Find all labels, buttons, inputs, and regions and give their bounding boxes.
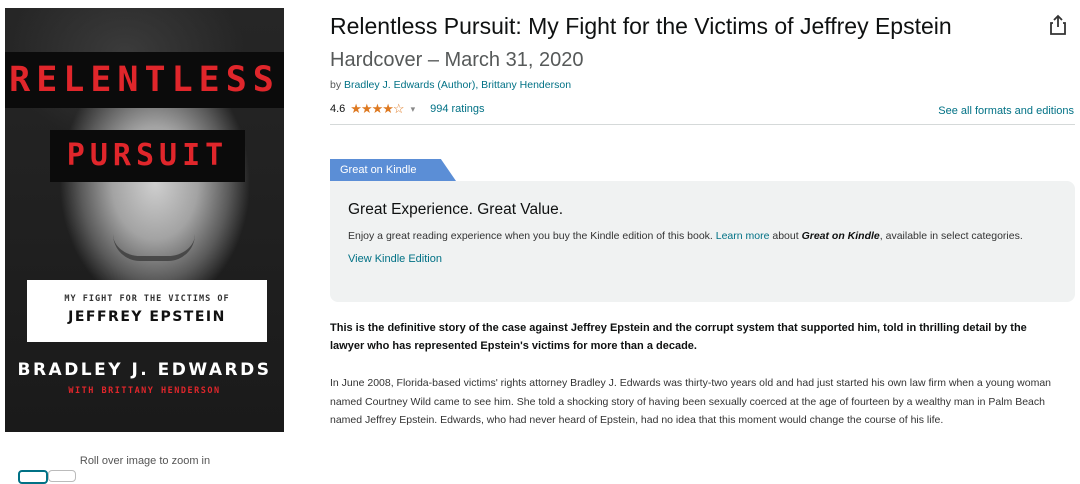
- kindle-promo-box: Great Experience. Great Value. Enjoy a g…: [330, 181, 1075, 302]
- chevron-down-icon[interactable]: ▾: [411, 104, 416, 115]
- book-cover-image[interactable]: RELENTLESS PURSUIT MY FIGHT FOR THE VICT…: [5, 8, 284, 432]
- great-on-kindle-emphasis: Great on Kindle: [801, 230, 880, 242]
- great-on-kindle-tag: Great on Kindle: [330, 159, 456, 181]
- product-title-text: Relentless Pursuit: My Fight for the Vic…: [330, 13, 952, 39]
- learn-more-link[interactable]: Learn more: [716, 230, 770, 242]
- share-icon[interactable]: [1048, 14, 1068, 36]
- byline: by Bradley J. Edwards (Author), Brittany…: [330, 79, 571, 91]
- kindle-heading: Great Experience. Great Value.: [348, 201, 564, 218]
- view-kindle-edition-link[interactable]: View Kindle Edition: [348, 253, 442, 265]
- product-title: Relentless Pursuit: My Fight for the Vic…: [330, 10, 1020, 76]
- description-lead: This is the definitive story of the case…: [330, 322, 1027, 352]
- rating-row: 4.6 ★★★★☆ ▾ 994 ratings: [330, 101, 485, 117]
- ratings-count-link[interactable]: 994 ratings: [430, 103, 484, 115]
- kindle-text-3: , available in select categories.: [879, 230, 1023, 242]
- cover-title-line1: RELENTLESS: [5, 52, 284, 108]
- cover-author-block: BRADLEY J. EDWARDS WITH BRITTANY HENDERS…: [5, 360, 284, 396]
- author-link-henderson[interactable]: Brittany Henderson: [481, 79, 571, 91]
- cover-subtitle-line1: MY FIGHT FOR THE VICTIMS OF: [64, 294, 230, 304]
- cover-photo-mouth: [113, 234, 195, 261]
- cover-subtitle-box: MY FIGHT FOR THE VICTIMS OF JEFFREY EPST…: [27, 280, 267, 342]
- kindle-text: Enjoy a great reading experience when yo…: [348, 228, 1057, 245]
- see-all-formats-link[interactable]: See all formats and editions: [938, 105, 1074, 117]
- cover-subtitle-line2: JEFFREY EPSTEIN: [68, 309, 226, 325]
- header-divider: [330, 124, 1075, 125]
- image-thumbnail-selected[interactable]: [18, 470, 48, 484]
- rating-value: 4.6: [330, 103, 346, 115]
- description-body: In June 2008, Florida-based victims' rig…: [330, 377, 1052, 426]
- cover-coauthor: WITH BRITTANY HENDERSON: [68, 386, 221, 396]
- author-link-edwards[interactable]: Bradley J. Edwards (Author),: [344, 79, 478, 91]
- star-rating-icon[interactable]: ★★★★☆: [350, 101, 404, 117]
- zoom-hint: Roll over image to zoom in: [79, 455, 211, 467]
- kindle-text-2: about: [772, 230, 799, 242]
- image-thumbnail[interactable]: [48, 470, 76, 482]
- description-next-paragraph: [330, 466, 1070, 475]
- byline-prefix: by: [330, 79, 342, 91]
- kindle-text-1: Enjoy a great reading experience when yo…: [348, 230, 713, 242]
- binding-date: Hardcover – March 31, 2020: [330, 49, 584, 71]
- cover-author: BRADLEY J. EDWARDS: [17, 360, 272, 380]
- cover-title-line2: PURSUIT: [50, 130, 245, 182]
